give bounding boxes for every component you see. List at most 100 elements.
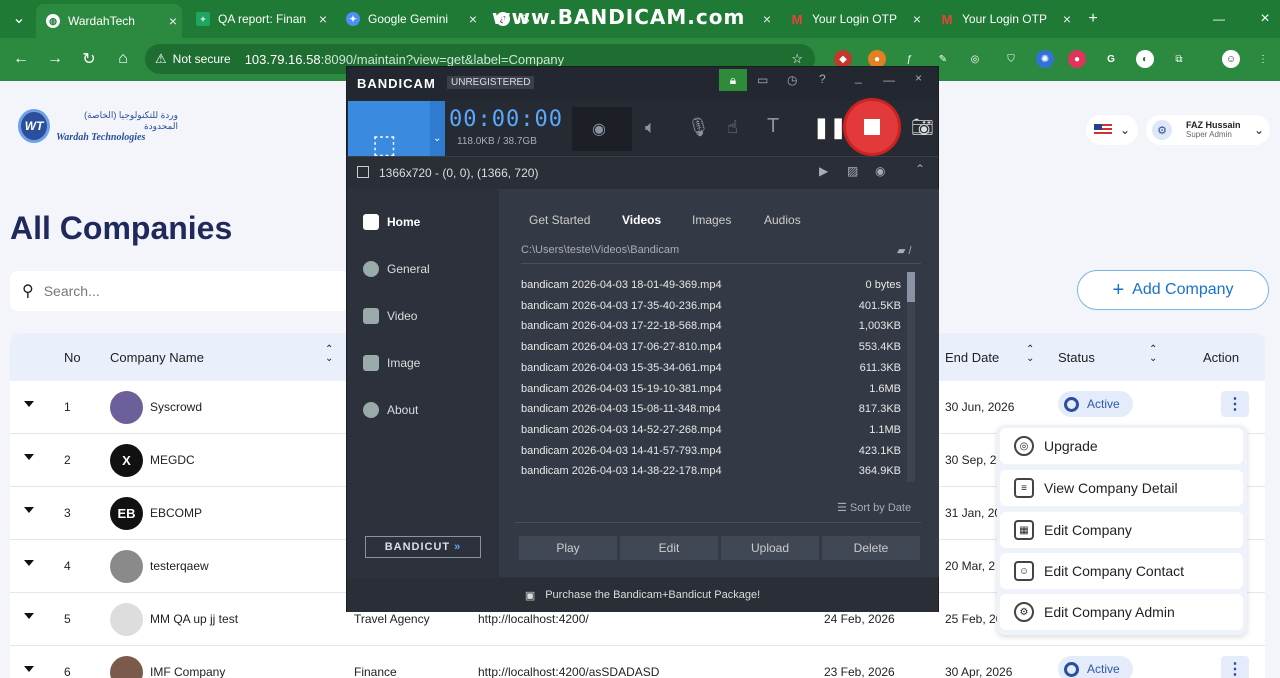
close-icon[interactable]: × xyxy=(464,11,482,27)
row-action-menu-button[interactable]: ⋮ xyxy=(1221,656,1249,678)
text-overlay-icon[interactable]: T xyxy=(767,115,779,138)
tab-videos[interactable]: Videos xyxy=(622,213,661,227)
sort-icon[interactable]: ⌃ ⌄ xyxy=(1149,345,1157,364)
nav-general[interactable]: General xyxy=(363,261,430,277)
user-menu[interactable]: ⚙ FAZ Hussain Super Admin ⌄ xyxy=(1146,115,1270,145)
file-list-item[interactable]: bandicam 2026-04-03 15-35-34-061.mp4 611.… xyxy=(521,362,901,374)
play-button[interactable]: Play xyxy=(519,536,617,560)
tab-images[interactable]: Images xyxy=(692,213,731,227)
close-icon[interactable]: × xyxy=(314,11,332,27)
restore-icon[interactable]: — xyxy=(883,73,895,87)
region-checkbox[interactable] xyxy=(357,166,369,178)
bandicam-window[interactable]: BANDICAM UNREGISTERED 🔒︎ ▭ ◷ ? _ — × ⬚ ⌄… xyxy=(346,66,939,612)
pause-icon[interactable]: ❚❚ xyxy=(813,115,847,140)
new-tab-button[interactable]: + xyxy=(1082,8,1104,30)
back-icon[interactable]: ← xyxy=(10,48,32,70)
language-selector[interactable]: ⌄ xyxy=(1086,115,1138,145)
expand-caret-icon[interactable] xyxy=(24,401,34,407)
screenshot-camera-icon[interactable]: 📷︎ xyxy=(911,117,934,138)
menu-item-upgrade[interactable]: ◎ Upgrade xyxy=(1000,428,1243,464)
expand-caret-icon[interactable] xyxy=(24,560,34,566)
puzzle-icon[interactable]: ⧉ xyxy=(1170,50,1188,68)
nav-image[interactable]: Image xyxy=(363,355,420,371)
edit-button[interactable]: Edit xyxy=(620,536,718,560)
menu-item-edit-contact[interactable]: ☺ Edit Company Contact xyxy=(1000,553,1243,589)
collapse-icon[interactable]: ⌃ xyxy=(915,162,925,176)
cursor-effect-icon[interactable]: ☝︎ xyxy=(727,117,738,138)
file-list-item[interactable]: bandicam 2026-04-03 15-19-10-381.mp4 1.6M… xyxy=(521,383,901,395)
image-mode-icon[interactable]: ▨ xyxy=(847,164,858,178)
window-close-icon[interactable]: × xyxy=(1254,8,1276,30)
shield-icon[interactable]: ⛉ xyxy=(1002,50,1020,68)
company-url[interactable]: http://localhost:4200/ xyxy=(478,612,589,626)
reload-icon[interactable]: ↻ xyxy=(78,48,100,70)
expand-caret-icon[interactable] xyxy=(24,666,34,672)
menu-item-edit-company[interactable]: ▦ Edit Company xyxy=(1000,512,1243,548)
upload-button[interactable]: Upload xyxy=(721,536,819,560)
row-action-menu-button[interactable]: ⋮ xyxy=(1221,391,1249,417)
column-end-date[interactable]: End Date xyxy=(945,350,999,365)
file-list-item[interactable]: bandicam 2026-04-03 14-41-57-793.mp4 423.… xyxy=(521,445,901,457)
close-icon[interactable]: × xyxy=(915,71,922,85)
table-row[interactable]: 6 IMF Company Finance http://localhost:4200… xyxy=(10,646,1265,678)
company-url[interactable]: http://localhost:4200/asSDADASD xyxy=(478,665,659,678)
scroll-thumb[interactable] xyxy=(907,272,915,302)
purchase-banner[interactable]: ▣ Purchase the Bandicam+Bandicut Package! xyxy=(347,578,938,612)
nav-video[interactable]: Video xyxy=(363,308,417,324)
lock-icon[interactable]: 🔒︎ xyxy=(719,69,747,91)
file-list-item[interactable]: bandicam 2026-04-03 17-35-40-236.mp4 401.… xyxy=(521,300,901,312)
minimize-icon[interactable]: _ xyxy=(855,70,862,84)
file-list-item[interactable]: bandicam 2026-04-03 17-06-27-810.mp4 553.… xyxy=(521,341,901,353)
grammarly-icon[interactable]: G xyxy=(1102,50,1120,68)
file-list-item[interactable]: bandicam 2026-04-03 14-52-27-268.mp4 1.1M… xyxy=(521,424,901,436)
delete-button[interactable]: Delete xyxy=(822,536,920,560)
minimize-icon[interactable]: — xyxy=(1208,8,1230,30)
webcam-toggle[interactable]: ◉ xyxy=(572,107,632,151)
menu-item-edit-admin[interactable]: ⚙ Edit Company Admin xyxy=(1000,594,1243,630)
tab-get-started[interactable]: Get Started xyxy=(529,213,590,227)
file-list-item[interactable]: bandicam 2026-04-03 17-22-18-568.mp4 1,00… xyxy=(521,320,901,332)
extension-icon[interactable]: ● xyxy=(1068,50,1086,68)
clock-icon[interactable]: ◷ xyxy=(787,73,797,87)
column-status[interactable]: Status xyxy=(1058,350,1095,365)
folder-icon[interactable]: ▭ xyxy=(757,73,768,87)
close-icon[interactable]: × xyxy=(758,11,776,27)
microphone-icon[interactable]: 🎙︎ xyxy=(687,117,710,138)
browser-tab-qa-report[interactable]: + QA report: Finan × xyxy=(186,6,332,32)
tab-audios[interactable]: Audios xyxy=(764,213,801,227)
bookmark-star-icon[interactable]: ☆ xyxy=(791,51,803,67)
browser-tab-gemini[interactable]: ✦ Google Gemini × xyxy=(336,6,482,32)
browser-tab-wardahtech[interactable]: ◍ WardahTech × xyxy=(36,4,182,38)
tab-search-icon[interactable]: ⌄ xyxy=(8,7,30,29)
compass-icon[interactable]: ◎ xyxy=(966,50,984,68)
extension-icon[interactable]: ◐ xyxy=(1136,50,1154,68)
nav-about[interactable]: About xyxy=(363,402,418,418)
expand-caret-icon[interactable] xyxy=(24,454,34,460)
video-mode-icon[interactable]: ▶ xyxy=(819,164,828,178)
menu-icon[interactable]: ⋮ xyxy=(1254,50,1272,68)
speaker-icon[interactable]: 🔈︎ xyxy=(645,117,656,138)
home-icon[interactable]: ⌂ xyxy=(112,48,134,70)
help-icon[interactable]: ? xyxy=(819,72,826,86)
audio-mode-icon[interactable]: ◉ xyxy=(875,164,885,178)
browser-tab-otp-2[interactable]: M Your Login OTP × xyxy=(930,6,1076,32)
sort-icon[interactable]: ⌃ ⌄ xyxy=(1026,345,1034,364)
close-icon[interactable]: × xyxy=(1058,11,1076,27)
add-company-button[interactable]: + Add Company xyxy=(1077,270,1269,310)
expand-caret-icon[interactable] xyxy=(24,613,34,619)
bandicut-button[interactable]: BANDICUT» xyxy=(365,536,481,558)
file-list-item[interactable]: bandicam 2026-04-03 14-38-22-178.mp4 364.… xyxy=(521,465,901,477)
stop-record-button[interactable] xyxy=(843,98,901,156)
nav-home[interactable]: Home xyxy=(363,214,420,230)
browser-tab-otp-1[interactable]: M Your Login OTP × xyxy=(780,6,926,32)
close-icon[interactable]: × xyxy=(908,11,926,27)
file-list-item[interactable]: bandicam 2026-04-03 18-01-49-369.mp4 0 by… xyxy=(521,279,901,291)
file-list-item[interactable]: bandicam 2026-04-03 15-08-11-348.mp4 817.… xyxy=(521,403,901,415)
sort-by-date[interactable]: ☰ Sort by Date xyxy=(837,501,911,514)
file-list-scrollbar[interactable] xyxy=(907,272,915,482)
profile-avatar[interactable]: ☺ xyxy=(1222,50,1240,68)
open-folder-icon[interactable]: ▰ / xyxy=(897,244,912,257)
search-input[interactable]: ⚲ Search... xyxy=(10,271,350,311)
sort-icon[interactable]: ⌃ ⌄ xyxy=(325,345,333,364)
expand-caret-icon[interactable] xyxy=(24,507,34,513)
